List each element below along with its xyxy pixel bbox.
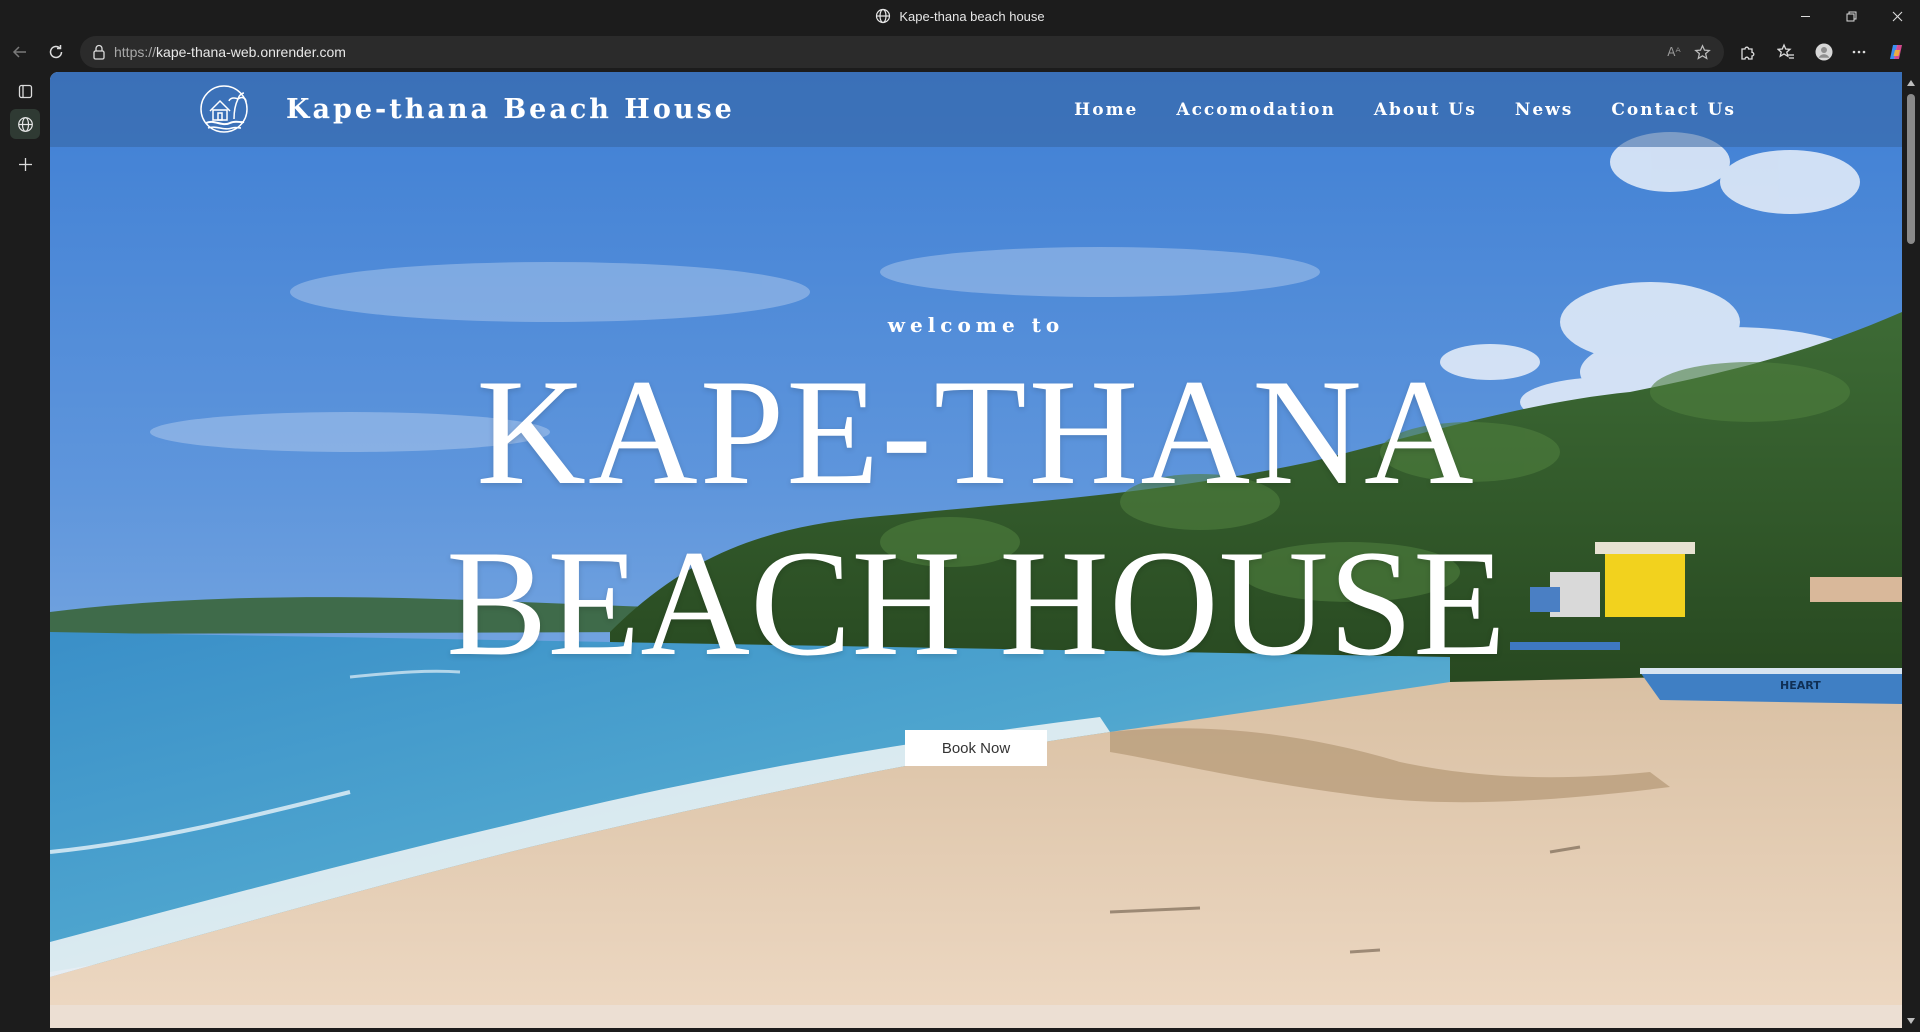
nav-about-us[interactable]: About Us	[1374, 100, 1477, 120]
nav-news[interactable]: News	[1515, 100, 1574, 120]
minimize-button[interactable]	[1782, 0, 1828, 32]
favorite-star-button[interactable]	[1692, 42, 1712, 62]
next-section-strip	[50, 1005, 1902, 1028]
favorites-button[interactable]	[1772, 38, 1800, 66]
copilot-icon	[1890, 45, 1902, 59]
plus-icon	[18, 157, 32, 171]
restore-icon	[1846, 11, 1856, 21]
window-title-area: Kape-thana beach house	[0, 0, 1920, 32]
more-dots-icon	[1852, 50, 1866, 54]
close-window-button[interactable]	[1874, 0, 1920, 32]
scroll-up-icon[interactable]	[1906, 78, 1916, 88]
browser-toolbar: https://kape-thana-web.onrender.com Aᴬ	[0, 32, 1920, 72]
url-host: kape-thana-web.onrender.com	[156, 44, 346, 60]
puzzle-icon	[1741, 46, 1755, 60]
site-header: Kape-thana Beach House Home Accomodation…	[50, 72, 1902, 147]
new-tab-button[interactable]	[10, 149, 40, 179]
globe-icon	[17, 116, 33, 132]
copilot-button[interactable]	[1882, 38, 1910, 66]
refresh-button[interactable]	[42, 38, 70, 66]
address-bar[interactable]: https://kape-thana-web.onrender.com Aᴬ	[80, 36, 1724, 68]
tab-kape-thana[interactable]	[10, 109, 40, 139]
hero-title-line2: BEACH HOUSE	[446, 519, 1506, 687]
globe-icon	[876, 8, 891, 24]
site-brand-name[interactable]: Kape-thana Beach House	[286, 72, 735, 147]
back-button[interactable]	[6, 38, 34, 66]
page-scrollbar[interactable]	[1902, 72, 1920, 1032]
beach-house-logo[interactable]	[198, 81, 250, 137]
minimize-icon	[1800, 15, 1810, 17]
refresh-icon	[49, 45, 63, 59]
profile-button[interactable]	[1810, 38, 1838, 66]
title-bar: Kape-thana beach house	[0, 0, 1920, 32]
scrollbar-thumb[interactable]	[1907, 94, 1915, 244]
book-now-button[interactable]: Book Now	[905, 730, 1047, 766]
tab-actions-icon	[18, 84, 32, 98]
main-nav: Home Accomodation About Us News Contact …	[1074, 72, 1736, 147]
url-scheme: https://	[114, 44, 157, 60]
tab-actions-button[interactable]	[10, 76, 40, 106]
favorites-icon	[1777, 43, 1794, 59]
hero-title-line1: KAPE-THANA	[476, 348, 1476, 516]
nav-contact-us[interactable]: Contact Us	[1611, 100, 1736, 120]
hero-section: HEART Kape-thana Beach House Home Accomo…	[50, 72, 1902, 1005]
extensions-button[interactable]	[1734, 38, 1762, 66]
nav-accomodation[interactable]: Accomodation	[1176, 100, 1335, 120]
close-icon	[1892, 11, 1902, 21]
read-aloud-icon[interactable]: Aᴬ	[1664, 42, 1684, 62]
vertical-tab-strip	[0, 72, 48, 1032]
more-menu-button[interactable]	[1845, 38, 1873, 66]
url-text[interactable]: https://kape-thana-web.onrender.com	[114, 36, 346, 68]
lock-icon	[93, 44, 105, 60]
window-title: Kape-thana beach house	[899, 8, 1045, 24]
avatar-icon	[1815, 43, 1833, 61]
hero-welcome-text: welcome to	[887, 313, 1065, 337]
restore-button[interactable]	[1828, 0, 1874, 32]
scroll-down-icon[interactable]	[1906, 1016, 1916, 1026]
nav-home[interactable]: Home	[1074, 100, 1138, 120]
page-viewport: HEART Kape-thana Beach House Home Accomo…	[50, 72, 1902, 1028]
star-icon	[1693, 43, 1711, 60]
back-arrow-icon	[12, 46, 26, 58]
